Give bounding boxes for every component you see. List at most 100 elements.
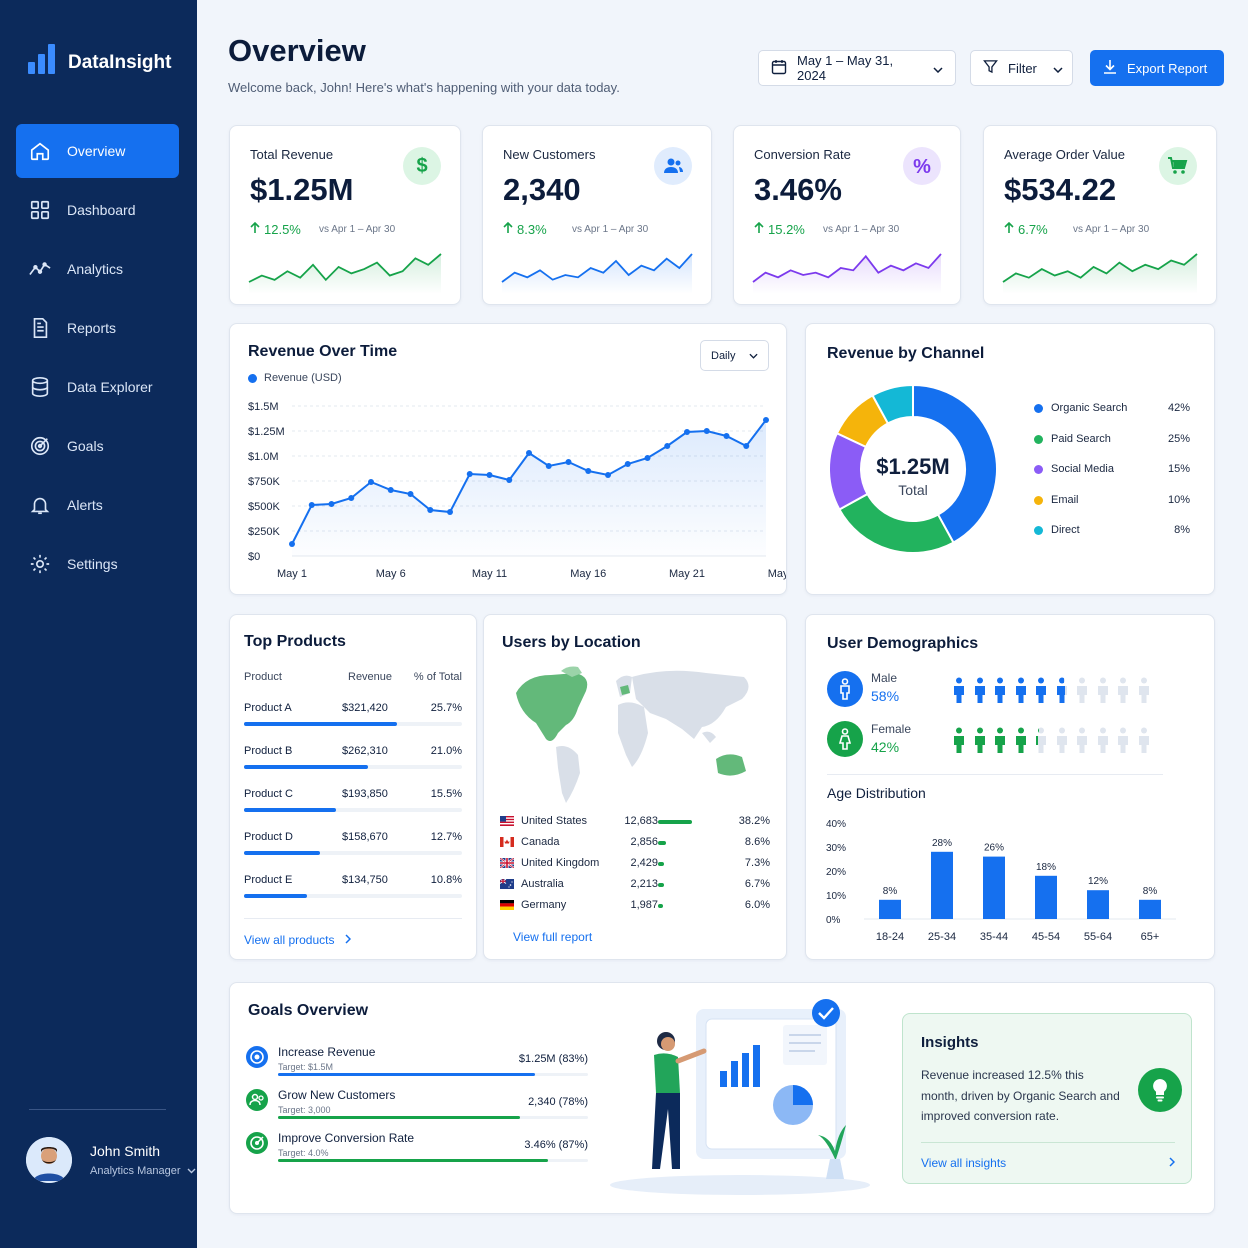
country-pct: 7.3% [744, 857, 770, 869]
sidebar-item-label: Analytics [67, 261, 124, 277]
export-report-button[interactable]: Export Report [1090, 50, 1224, 86]
table-row[interactable]: Product B $262,310 21.0% [244, 745, 462, 775]
person-icon [1096, 677, 1110, 708]
goal-revenue-icon [246, 1046, 268, 1068]
date-range-label: May 1 – May 31, 2024 [797, 53, 894, 83]
list-item[interactable]: United States 12,683 38.2% [500, 815, 770, 829]
legend-dot [1034, 404, 1043, 413]
sparkline [501, 253, 693, 294]
view-all-insights-link[interactable]: View all insights [921, 1154, 1176, 1172]
table-row[interactable]: Product D $158,670 12.7% [244, 831, 462, 861]
x-tick-label: May 1 [277, 568, 307, 580]
sidebar-item-overview[interactable]: Overview [16, 124, 179, 178]
chevron-down-icon[interactable] [187, 1165, 196, 1177]
y-tick-label: $1.25M [248, 426, 285, 438]
progress-fill [278, 1159, 548, 1162]
country-pct: 38.2% [738, 815, 770, 827]
arrow-up-icon [754, 221, 764, 237]
kpi-card[interactable]: Total Revenue $1.25M $12.5% vs Apr 1 – Apr … [229, 125, 461, 305]
user-name: John Smith [90, 1143, 161, 1159]
person-icon [1014, 677, 1028, 708]
world-map [516, 666, 749, 803]
progress-fill [658, 841, 666, 845]
kpi-value: $534.22 [1004, 172, 1117, 207]
data-point [308, 502, 315, 508]
person-icon [1075, 727, 1089, 758]
kpi-label: New Customers [503, 147, 596, 162]
kpi-card[interactable]: New Customers 2,340 8.3% vs Apr 1 – Apr 30 [482, 125, 712, 305]
y-tick-label: 30% [826, 843, 846, 854]
sparkline [752, 253, 942, 294]
card-title: Goals Overview [248, 1002, 369, 1019]
progress-track [278, 1116, 588, 1119]
kpi-delta: 8.3% [503, 221, 547, 237]
goal-item[interactable]: Improve Conversion Rate Target: 4.0% 3.46%… [246, 1131, 588, 1165]
data-point [565, 459, 572, 465]
users-by-location-card: Users by Location United States 12,683 38.… [483, 614, 964, 960]
grid-icon [28, 198, 52, 222]
person-icon [1034, 727, 1048, 758]
kpi-label: Conversion Rate [754, 147, 851, 162]
person-icon [973, 727, 987, 758]
age-title: Age Distribution [827, 785, 926, 801]
sidebar-item-analytics[interactable]: Analytics [16, 242, 179, 296]
product-pct: 25.7% [430, 702, 462, 714]
list-item[interactable]: Australia 2,213 6.7% [499, 878, 770, 892]
goal-target: Target: $1.5M [278, 1062, 334, 1072]
svg-text:$: $ [416, 155, 427, 177]
filter-button[interactable]: Filter [970, 50, 1073, 86]
male-pct: 58% [871, 688, 900, 704]
app-logo[interactable]: DataInsight [28, 44, 171, 74]
list-item[interactable]: United Kingdom 2,429 7.3% [499, 857, 770, 871]
data-point [486, 472, 493, 478]
data-point [368, 479, 374, 485]
sidebar-item-goals[interactable]: Goals [16, 419, 179, 473]
sidebar-item-label: Goals [67, 438, 104, 454]
sidebar-item-dashboard[interactable]: Dashboard [16, 183, 179, 237]
kpi-delta-value: 8.3% [517, 222, 547, 237]
goal-name: Increase Revenue [278, 1045, 376, 1059]
date-range-picker[interactable]: May 1 – May 31, 2024 [758, 50, 956, 86]
product-name: Product D [244, 831, 293, 843]
view-all-products-link[interactable]: View all products [244, 931, 351, 949]
sidebar-item-data-explorer[interactable]: Data Explorer [16, 360, 179, 414]
bar-value-label: 28% [932, 838, 952, 849]
legend-value: 8% [1174, 524, 1190, 536]
data-point [289, 541, 295, 547]
goal-name: Grow New Customers [278, 1088, 396, 1102]
kpi-card[interactable]: Average Order Value $534.22 6.7% vs Apr 1 –… [983, 125, 1217, 305]
sidebar-item-settings[interactable]: Settings [16, 537, 179, 591]
period-select[interactable]: Daily [700, 340, 769, 371]
goal-item[interactable]: Grow New Customers Target: 3,000 2,340 (78… [246, 1088, 588, 1122]
goal-item[interactable]: Increase Revenue Target: $1.5M $1.25M (83%… [246, 1045, 588, 1079]
top-products-card: Top Products Product Revenue % of Total … [229, 614, 477, 960]
sidebar-item-alerts[interactable]: Alerts [16, 478, 179, 532]
person-icon [1055, 677, 1069, 708]
table-row[interactable]: Product E $134,750 10.8% [244, 874, 462, 904]
age-bar [1087, 890, 1109, 919]
progress-track [658, 862, 694, 866]
person-icon [1096, 727, 1110, 758]
column-header: Product [244, 671, 282, 683]
sidebar-item-reports[interactable]: Reports [16, 301, 179, 355]
data-point [427, 507, 434, 513]
table-row[interactable]: Product A $321,420 25.7% [244, 702, 462, 732]
list-item[interactable]: Germany 1,987 6.0% [500, 899, 770, 913]
percent-icon: % [903, 147, 941, 185]
data-point [506, 477, 513, 483]
bar-chart-logo-icon [28, 44, 55, 74]
card-title: Top Products [244, 633, 346, 650]
progress-fill [244, 894, 308, 898]
export-label: Export Report [1127, 60, 1208, 76]
user-profile[interactable]: John Smith Analytics Manager [26, 1137, 196, 1183]
table-row[interactable]: Product C $193,850 15.5% [244, 788, 462, 818]
progress-fill [244, 765, 369, 769]
list-item[interactable]: Canada 2,856 8.6% [500, 836, 770, 850]
x-tick-label: May 21 [669, 568, 705, 580]
x-tick-label: 25-34 [928, 931, 956, 943]
page-title: Overview [228, 33, 366, 68]
product-revenue: $262,310 [342, 745, 388, 757]
insights-panel: Insights Revenue increased 12.5% this mo… [902, 1013, 1192, 1184]
bar-value-label: 12% [1088, 876, 1108, 887]
kpi-card[interactable]: Conversion Rate 3.46%% 15.2% vs Apr 1 – Apr… [733, 125, 961, 305]
